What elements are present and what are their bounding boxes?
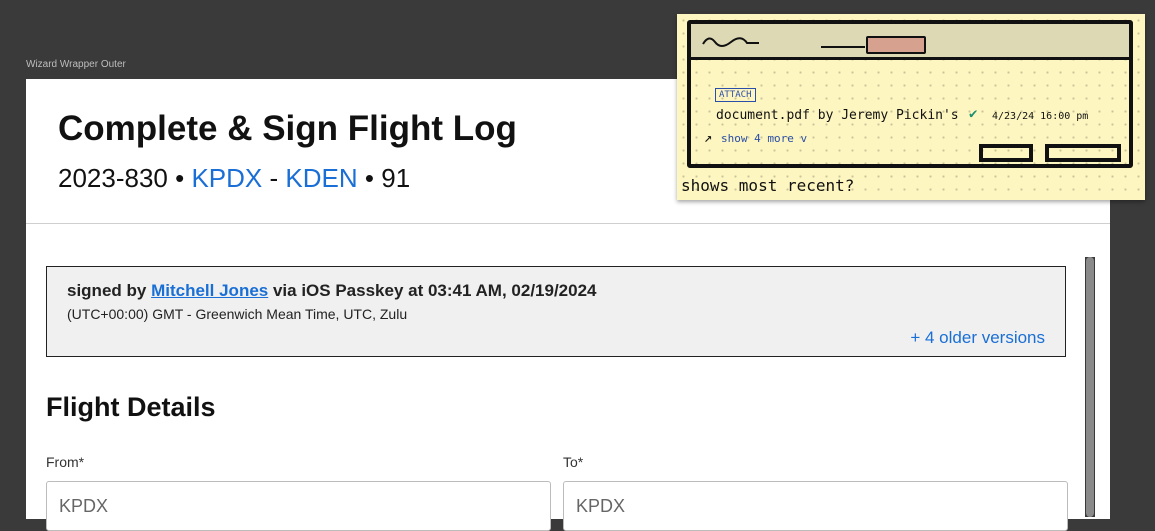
squiggle-icon (702, 37, 759, 47)
sketch-show-more: show 4 more v (721, 132, 808, 145)
older-versions-link[interactable]: + 4 older versions (910, 328, 1045, 348)
separator-bullet-2: • (364, 163, 375, 193)
sketch-button-1 (979, 144, 1033, 162)
sticky-note-text: shows most recent? (681, 176, 855, 195)
to-label: To* (563, 454, 584, 470)
signed-prefix: signed by (67, 281, 147, 300)
sketch-document-line: document.pdf by Jeremy Pickin's (716, 108, 959, 123)
arrow-icon: ↗ (704, 130, 713, 146)
sketch-pill (866, 36, 926, 54)
signed-suffix: via iOS Passkey at 03:41 AM, 02/19/2024 (272, 281, 597, 300)
sticky-note: ATTACH document.pdf by Jeremy Pickin's ✔… (677, 14, 1145, 200)
scrollbar-thumb[interactable] (1086, 257, 1094, 517)
sketch-dash (821, 46, 865, 48)
timezone-text: (UTC+00:00) GMT - Greenwich Mean Time, U… (67, 306, 408, 322)
sketch-button-2 (1045, 144, 1121, 162)
tail-number: 91 (381, 163, 411, 193)
section-title: Flight Details (46, 392, 216, 422)
from-input[interactable]: KPDX (46, 481, 551, 531)
attach-tag: ATTACH (715, 88, 756, 102)
separator-bullet: • (175, 163, 185, 193)
sketch-frame: ATTACH document.pdf by Jeremy Pickin's ✔… (687, 20, 1133, 168)
signature-version-box: signed by Mitchell Jones via iOS Passkey… (46, 266, 1066, 357)
flight-id: 2023-830 (58, 163, 168, 193)
signer-link[interactable]: Mitchell Jones (151, 281, 268, 300)
signed-by-line: signed by Mitchell Jones via iOS Passkey… (67, 281, 597, 301)
to-input[interactable]: KPDX (563, 481, 1068, 531)
sketch-bar (691, 24, 1129, 60)
sketch-date: 4/23/24 16:00 pm (992, 111, 1089, 122)
route-dash: - (269, 163, 279, 193)
origin-link[interactable]: KPDX (191, 163, 262, 193)
page-title: Complete & Sign Flight Log (58, 109, 517, 148)
destination-link[interactable]: KDEN (285, 163, 357, 193)
flight-subtitle: 2023-830 • KPDX - KDEN • 91 (58, 163, 410, 194)
wrapper-label: Wizard Wrapper Outer (26, 59, 126, 70)
from-label: From* (46, 454, 85, 470)
check-icon: ✔ (969, 106, 978, 122)
